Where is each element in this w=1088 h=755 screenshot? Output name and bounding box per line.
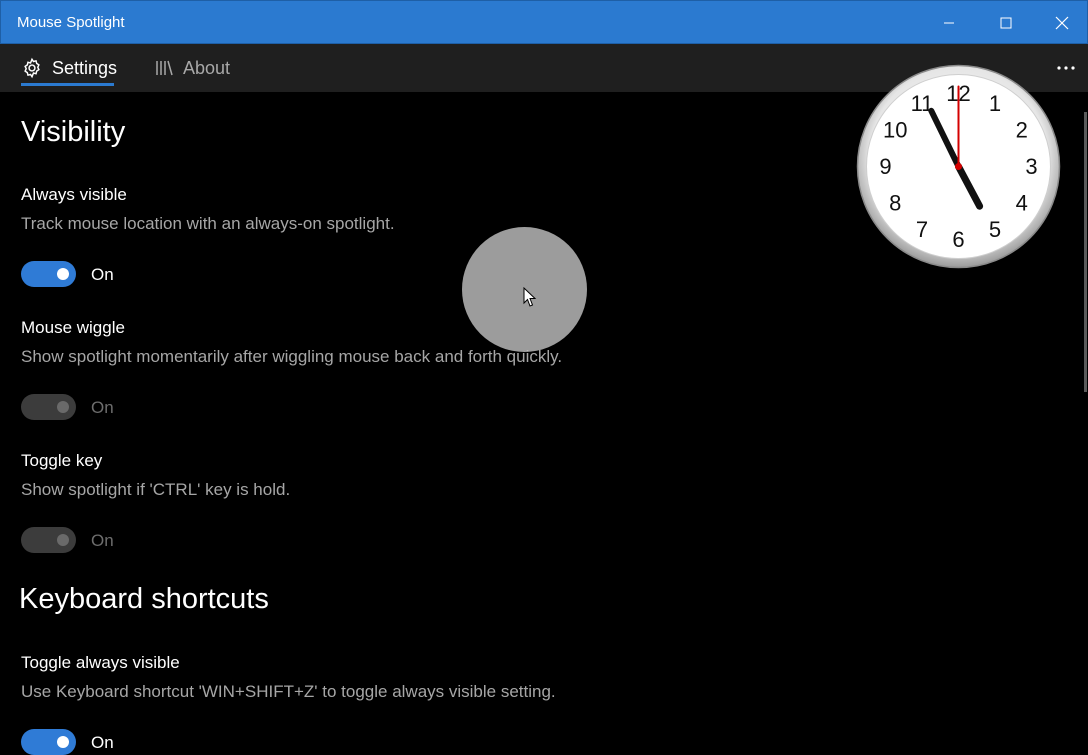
close-icon [1055, 16, 1069, 30]
setting-description-always-visible: Track mouse location with an always-on s… [21, 214, 395, 233]
setting-title-mouse-wiggle: Mouse wiggle [21, 318, 125, 337]
clock-numeral: 7 [916, 217, 928, 242]
analog-clock: 12 1234567891011 [856, 64, 1061, 269]
clock-numeral: 4 [1016, 191, 1028, 216]
title-bar: Mouse Spotlight [0, 0, 1088, 44]
toggle-knob [57, 401, 69, 413]
maximize-button[interactable] [978, 1, 1034, 45]
setting-description-toggle-key: Show spotlight if 'CTRL' key is hold. [21, 480, 291, 499]
tab-about-label: About [183, 57, 231, 78]
toggle-always-visible[interactable] [21, 261, 76, 287]
setting-description-mouse-wiggle: Show spotlight momentarily after wigglin… [21, 347, 563, 366]
toggle-shortcut-always-visible[interactable] [21, 729, 76, 755]
setting-title-toggle-key: Toggle key [21, 451, 103, 470]
section-heading-keyboard-shortcuts: Keyboard shortcuts [19, 583, 269, 615]
minimize-icon [944, 22, 954, 24]
clock-numeral: 9 [879, 154, 891, 179]
clock-numeral: 1 [989, 91, 1001, 116]
clock-numeral: 5 [989, 217, 1001, 242]
toggle-toggle-key[interactable] [21, 527, 76, 553]
toggle-knob [57, 534, 69, 546]
toggle-label-shortcut-always-visible: On [91, 733, 114, 752]
toggle-label-always-visible: On [91, 265, 114, 284]
section-heading-visibility: Visibility [21, 116, 126, 148]
maximize-icon [1000, 17, 1012, 29]
clock-numeral: 8 [889, 191, 901, 216]
library-icon [156, 60, 173, 76]
clock-numeral: 10 [883, 118, 907, 143]
clock-numeral: 6 [952, 227, 964, 252]
tab-about[interactable]: About [154, 44, 230, 92]
setting-title-always-visible: Always visible [21, 185, 127, 204]
gear-icon [24, 57, 40, 79]
clock-center-pin [955, 163, 962, 170]
mouse-cursor-icon [523, 287, 537, 307]
clock-numeral: 3 [1025, 154, 1037, 179]
vertical-scrollbar[interactable] [1084, 112, 1087, 392]
clock-numeral: 2 [1016, 118, 1028, 143]
window-title: Mouse Spotlight [17, 14, 125, 31]
setting-description-toggle-always-visible: Use Keyboard shortcut 'WIN+SHIFT+Z' to t… [21, 682, 556, 701]
tab-settings-label: Settings [52, 57, 118, 78]
close-button[interactable] [1034, 1, 1088, 45]
setting-title-toggle-always-visible: Toggle always visible [21, 653, 180, 672]
toggle-knob [57, 268, 69, 280]
toggle-label-toggle-key: On [91, 531, 114, 550]
selected-tab-indicator [21, 83, 114, 86]
toggle-mouse-wiggle[interactable] [21, 394, 76, 420]
toggle-label-mouse-wiggle: On [91, 398, 114, 417]
toggle-knob [57, 736, 69, 748]
minimize-button[interactable] [921, 1, 977, 45]
